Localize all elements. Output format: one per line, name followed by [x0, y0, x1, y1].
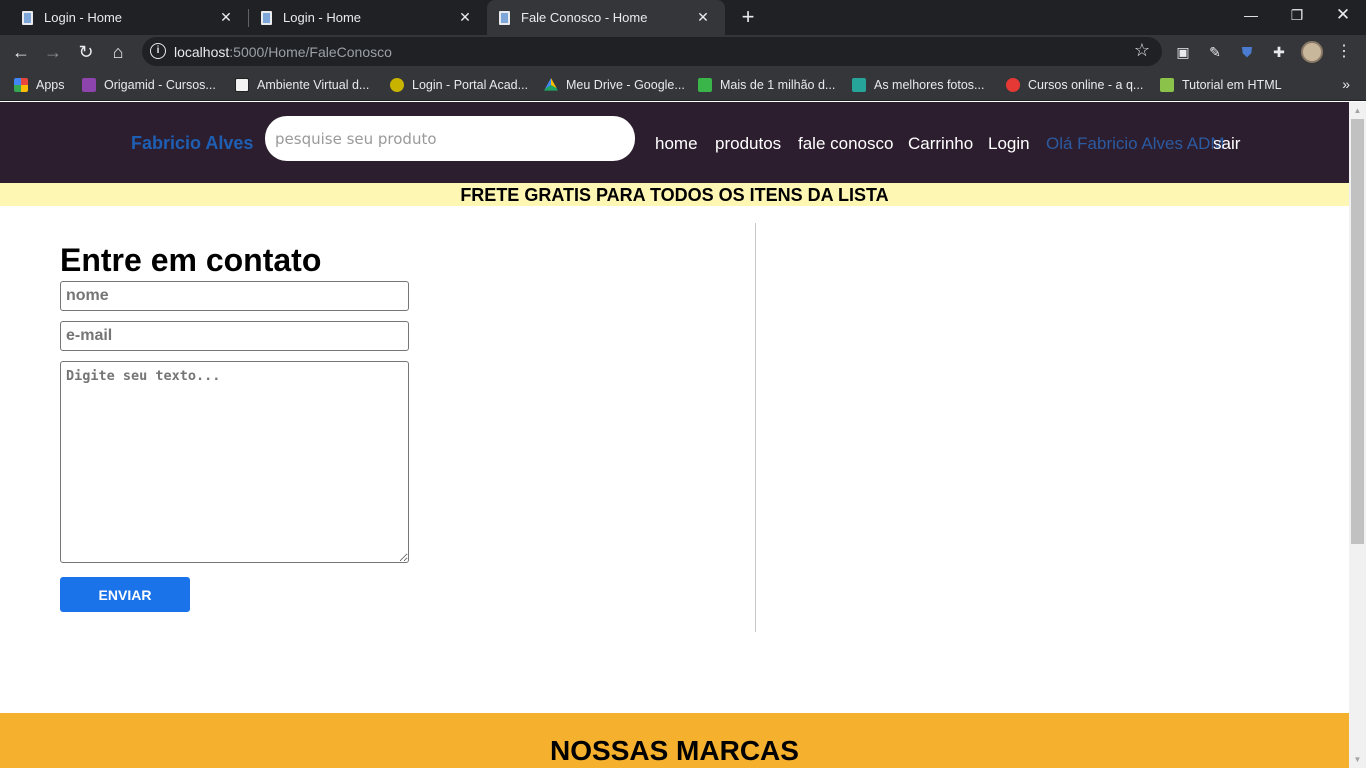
site-header: Fabricio Alves home produtos fale conosc…	[0, 102, 1349, 183]
bookmarks-overflow-icon[interactable]: »	[1342, 76, 1350, 92]
browser-tab[interactable]: Login - Home ✕	[0, 0, 248, 35]
bookmark-label: Login - Portal Acad...	[412, 78, 529, 92]
bookmark-fotos[interactable]: As melhores fotos...	[852, 76, 984, 94]
message-textarea[interactable]	[60, 361, 409, 563]
bookmark-ambiente-virtual[interactable]: Ambiente Virtual d...	[235, 76, 369, 94]
url-path: :5000/Home/FaleConosco	[229, 44, 392, 60]
page-icon	[20, 10, 36, 26]
nav-home[interactable]: home	[655, 134, 698, 154]
window-close-icon[interactable]: ✕	[1320, 0, 1366, 30]
promo-banner: FRETE GRATIS PARA TODOS OS ITENS DA LIST…	[0, 183, 1349, 206]
reload-icon[interactable]: ↻	[73, 39, 99, 65]
url-host: localhost	[174, 44, 230, 60]
apps-grid-icon	[14, 78, 28, 92]
nav-login[interactable]: Login	[988, 134, 1030, 154]
site-brand[interactable]: Fabricio Alves	[131, 133, 253, 154]
close-icon[interactable]: ✕	[457, 9, 473, 26]
name-field[interactable]	[60, 281, 409, 311]
new-tab-plus-icon[interactable]: +	[738, 4, 758, 30]
kebab-menu-icon[interactable]: ⋮	[1335, 43, 1353, 61]
close-icon[interactable]: ✕	[695, 9, 711, 26]
bookmark-label: Apps	[36, 78, 65, 92]
browser-tab-active[interactable]: Fale Conosco - Home ✕	[487, 0, 725, 35]
address-bar[interactable]: i localhost:5000/Home/FaleConosco ☆	[142, 37, 1162, 66]
udemy-icon	[1006, 78, 1020, 92]
site-info-icon[interactable]: i	[150, 43, 166, 59]
extension-icon[interactable]: ▣	[1174, 43, 1192, 61]
portal-icon	[390, 78, 404, 92]
tutorial-icon	[1160, 78, 1174, 92]
pen-extension-icon[interactable]: ✎	[1206, 43, 1224, 61]
nav-produtos[interactable]: produtos	[715, 134, 781, 154]
bookmark-apps[interactable]: Apps	[14, 76, 65, 94]
bookmark-label: Mais de 1 milhão d...	[720, 78, 836, 92]
scroll-down-arrow-icon[interactable]: ▼	[1349, 751, 1366, 768]
brands-title: NOSSAS MARCAS	[550, 735, 799, 766]
page-icon	[497, 10, 513, 26]
scroll-up-arrow-icon[interactable]: ▲	[1349, 102, 1366, 119]
scrollbar-thumb[interactable]	[1351, 119, 1364, 544]
browser-toolbar: ← → ↻ ⌂ i localhost:5000/Home/FaleConosc…	[0, 35, 1366, 68]
bookmark-google-drive[interactable]: Meu Drive - Google...	[544, 76, 685, 94]
user-greeting: Olá Fabricio Alves ADM	[1046, 134, 1225, 153]
bookmark-portal-academico[interactable]: Login - Portal Acad...	[390, 76, 528, 94]
page-scrollbar[interactable]: ▲ ▼	[1349, 102, 1366, 768]
bookmark-origamid[interactable]: Origamid - Cursos...	[82, 76, 216, 94]
nav-carrinho[interactable]: Carrinho	[908, 134, 973, 154]
puzzle-extensions-icon[interactable]: ✚	[1270, 43, 1288, 61]
vertical-divider	[755, 223, 756, 632]
bookmark-label: Tutorial em HTML	[1182, 78, 1282, 92]
bookmark-cursos-online[interactable]: Cursos online - a q...	[1006, 76, 1143, 94]
shield-extension-icon[interactable]: ⛊	[1238, 43, 1256, 61]
photos-icon	[852, 78, 866, 92]
send-button[interactable]: ENVIAR	[60, 577, 190, 612]
email-field[interactable]	[60, 321, 409, 351]
profile-avatar[interactable]	[1301, 41, 1323, 63]
bookmark-label: Meu Drive - Google...	[566, 78, 685, 92]
page-icon	[259, 10, 275, 26]
origamid-icon	[82, 78, 96, 92]
tab-title: Fale Conosco - Home	[521, 10, 648, 25]
browser-tab-strip: Login - Home ✕ Login - Home ✕ Fale Conos…	[0, 0, 1366, 35]
search-input[interactable]	[265, 116, 635, 161]
page-viewport: Fabricio Alves home produtos fale conosc…	[0, 102, 1349, 768]
contact-title: Entre em contato	[60, 242, 322, 278]
browser-tab[interactable]: Login - Home ✕	[249, 0, 487, 35]
nav-fale-conosco[interactable]: fale conosco	[798, 134, 893, 154]
brands-section: NOSSAS MARCAS	[0, 713, 1349, 768]
bookmark-label: As melhores fotos...	[874, 78, 985, 92]
home-icon[interactable]: ⌂	[105, 39, 131, 65]
bookmark-label: Ambiente Virtual d...	[257, 78, 370, 92]
nav-sair[interactable]: sair	[1213, 134, 1240, 154]
bookmark-tutorial-html[interactable]: Tutorial em HTML	[1160, 76, 1282, 94]
blackboard-icon	[235, 78, 249, 92]
address-url[interactable]: localhost:5000/Home/FaleConosco	[174, 44, 392, 60]
forward-arrow-icon[interactable]: →	[40, 39, 66, 65]
bookmark-label: Cursos online - a q...	[1028, 78, 1144, 92]
tab-title: Login - Home	[44, 10, 123, 25]
bookmark-star-icon[interactable]: ☆	[1134, 40, 1150, 61]
close-icon[interactable]: ✕	[218, 9, 234, 26]
px-icon	[698, 78, 712, 92]
back-arrow-icon[interactable]: ←	[8, 39, 34, 65]
restore-icon[interactable]: ❐	[1274, 0, 1320, 30]
google-drive-icon	[544, 78, 558, 91]
bookmark-pexels[interactable]: Mais de 1 milhão d...	[698, 76, 835, 94]
minimize-icon[interactable]: —	[1228, 0, 1274, 30]
tab-title: Login - Home	[283, 10, 362, 25]
bookmark-label: Origamid - Cursos...	[104, 78, 216, 92]
bookmarks-bar: Apps Origamid - Cursos... Ambiente Virtu…	[0, 68, 1366, 101]
